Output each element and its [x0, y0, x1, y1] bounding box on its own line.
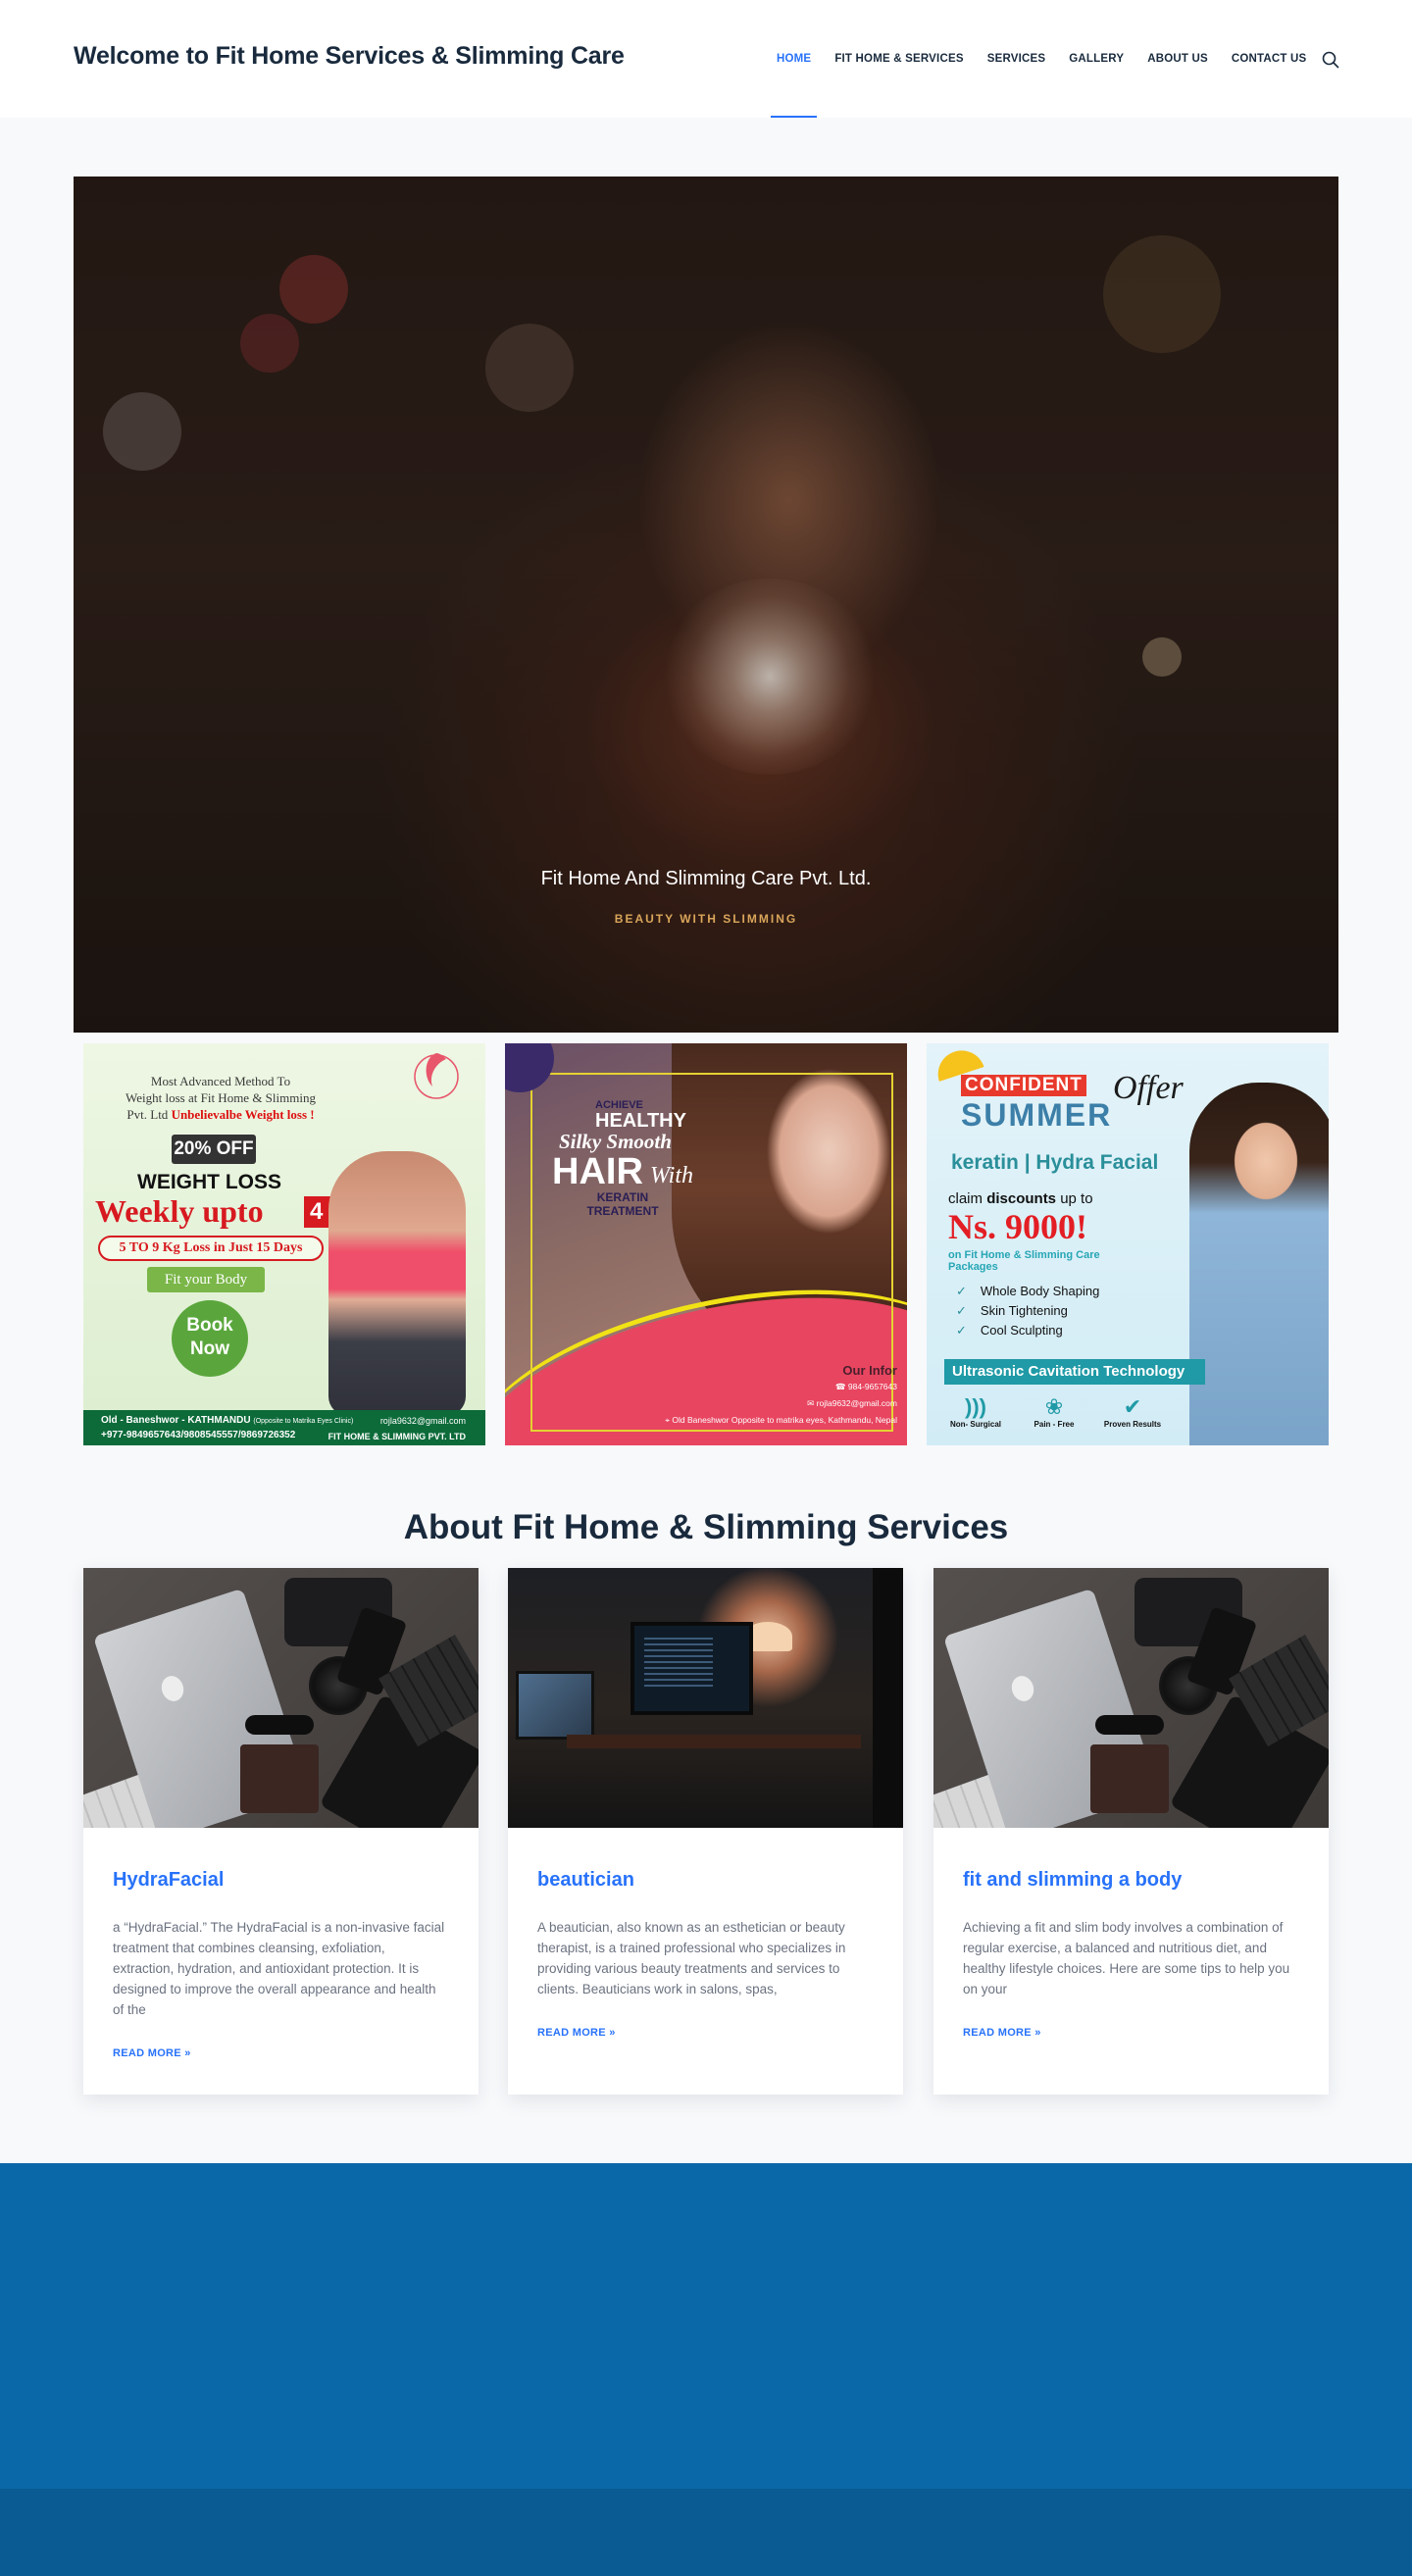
section-title: About Fit Home & Slimming Services	[403, 1508, 1009, 1546]
hero-title: Fit Home And Slimming Care Pvt. Ltd.	[540, 868, 872, 889]
weight-loss-label: WEIGHT LOSS	[137, 1171, 281, 1193]
glasses-graphic	[1095, 1715, 1164, 1735]
model-image	[328, 1151, 466, 1416]
nav-item-home[interactable]: HOME	[765, 0, 823, 118]
service-card: beautician A beautician, also known as a…	[508, 1568, 903, 2095]
book-now-button[interactable]: Book Now	[172, 1300, 248, 1377]
glasses-graphic	[245, 1715, 314, 1735]
non-surgical-icon: ))) Non- Surgical	[949, 1394, 1001, 1429]
hero-subtitle: BEAUTY WITH SLIMMING	[614, 912, 798, 926]
technology-banner: Ultrasonic Cavitation Technology	[944, 1359, 1205, 1385]
hero-overlay	[74, 177, 1338, 1033]
benefit-icons: ))) Non- Surgical ❀ Pain - Free ✔ Proven Re…	[946, 1394, 1162, 1429]
wallet-graphic	[240, 1744, 319, 1813]
site-header: Welcome to Fit Home Services & Slimming …	[0, 0, 1412, 118]
loss-range: 5 TO 9 Kg Loss in Just 15 Days	[98, 1236, 324, 1261]
nav-item-contact-us[interactable]: CONTACT US	[1220, 0, 1319, 118]
services-label: keratin | Hydra Facial	[951, 1151, 1159, 1174]
card-title[interactable]: beautician	[537, 1869, 874, 1892]
email-icon: ✉	[807, 1398, 815, 1408]
read-more-link[interactable]: READ MORE »	[113, 2047, 191, 2059]
service-card: HydraFacial a “HydraFacial.” The HydraFa…	[83, 1568, 479, 2095]
card-excerpt: a “HydraFacial.” The HydraFacial is a no…	[113, 1920, 445, 2017]
summer-label: SUMMER	[961, 1097, 1113, 1133]
phone-icon: ☎	[834, 1382, 846, 1391]
nav-item-fit-home-services[interactable]: FIT HOME & SERVICES	[823, 0, 975, 118]
main-nav: HOME FIT HOME & SERVICES SERVICES GALLER…	[765, 0, 1318, 118]
desk-graphic	[567, 1735, 861, 1748]
discount-badge: 20% OFF	[172, 1135, 256, 1164]
promo-keratin[interactable]: ACHIEVE HEALTHY Silky Smooth HAIR With K…	[505, 1043, 907, 1445]
card-excerpt: Achieving a fit and slim body involves a…	[963, 1920, 1290, 1996]
promo-summer-offer[interactable]: CONFIDENT Offer SUMMER keratin | Hydra F…	[927, 1043, 1329, 1445]
hair-label: HAIR	[552, 1151, 643, 1192]
nav-item-gallery[interactable]: GALLERY	[1057, 0, 1135, 118]
card-excerpt: A beautician, also known as an esthetici…	[537, 1920, 846, 1996]
promo-headline: Most Advanced Method To Weight loss at F…	[126, 1074, 316, 1122]
feature-item: Skin Tightening	[956, 1301, 1099, 1321]
site-title[interactable]: Welcome to Fit Home Services & Slimming …	[74, 42, 625, 71]
claim-text: claim discounts up to	[948, 1190, 1093, 1207]
feature-item: Whole Body Shaping	[956, 1282, 1099, 1301]
service-card: fit and slimming a body Achieving a fit …	[933, 1568, 1329, 2095]
wall-graphic	[873, 1568, 903, 1828]
proven-results-icon: ✔ Proven Results	[1103, 1394, 1162, 1429]
with-label: With	[650, 1163, 694, 1188]
read-more-link[interactable]: READ MORE »	[537, 2027, 616, 2039]
confident-label: CONFIDENT	[961, 1075, 1086, 1096]
monitor-graphic	[630, 1622, 753, 1715]
beauty-care-logo	[414, 1053, 459, 1099]
nav-item-services[interactable]: SERVICES	[976, 0, 1058, 118]
feature-item: Cool Sculpting	[956, 1321, 1099, 1340]
card-image[interactable]	[508, 1568, 903, 1828]
promo-weight-loss[interactable]: Most Advanced Method To Weight loss at F…	[83, 1043, 485, 1445]
location-icon: ⌖	[665, 1415, 670, 1425]
contact-info: Our Infor ☎ 984-9657643 ✉ rojla9632@gmai…	[665, 1363, 897, 1425]
card-title[interactable]: HydraFacial	[113, 1869, 449, 1892]
search-icon[interactable]	[1320, 49, 1341, 71]
nav-item-about-us[interactable]: ABOUT US	[1135, 0, 1220, 118]
discount-amount: Ns. 9000!	[948, 1207, 1087, 1246]
feature-list: Whole Body Shaping Skin Tightening Cool …	[956, 1282, 1099, 1340]
fit-body-label: Fit your Body	[147, 1267, 265, 1292]
card-image[interactable]	[933, 1568, 1329, 1828]
pain-free-icon: ❀ Pain - Free	[1034, 1394, 1075, 1429]
keratin-label: KERATIN TREATMENT	[586, 1190, 659, 1218]
footer-widgets	[0, 2163, 1412, 2489]
promo-contact-bar: Old - Baneshwor - KATHMANDU (Opposite to…	[83, 1410, 485, 1445]
read-more-link[interactable]: READ MORE »	[963, 2027, 1041, 2039]
card-title[interactable]: fit and slimming a body	[963, 1869, 1299, 1892]
wallet-graphic	[1090, 1744, 1169, 1813]
offer-label: Offer	[1113, 1070, 1184, 1106]
hero-banner: Fit Home And Slimming Care Pvt. Ltd. BEA…	[74, 177, 1338, 1033]
weekly-label: Weekly upto	[95, 1193, 264, 1229]
tv-graphic	[516, 1671, 594, 1740]
footer-bottom-bar	[0, 2489, 1412, 2576]
packages-label: on Fit Home & Slimming Care Packages	[948, 1249, 1100, 1273]
model-image	[1189, 1083, 1329, 1445]
card-image[interactable]	[83, 1568, 479, 1828]
